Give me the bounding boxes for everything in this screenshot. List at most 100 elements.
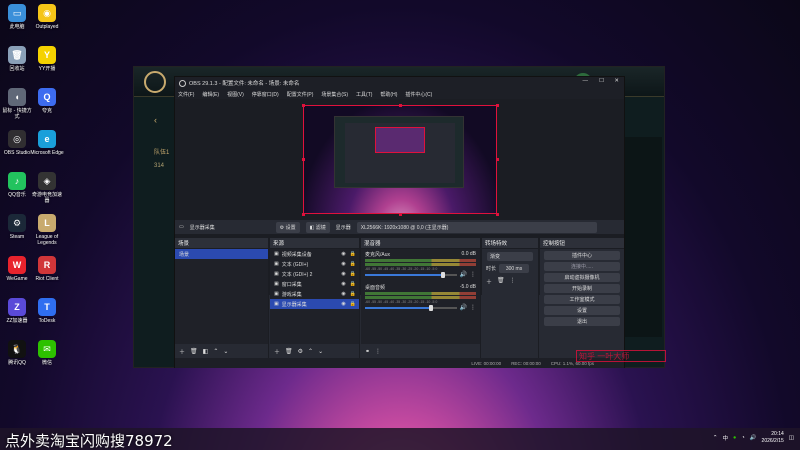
menu-item[interactable]: 帮助(H) — [380, 91, 397, 98]
visibility-eye-icon[interactable]: ◉ — [341, 301, 345, 307]
notification-icon[interactable]: ◫ — [789, 435, 794, 441]
move-up-icon[interactable]: ⌃ — [308, 348, 313, 355]
volume-icon[interactable]: 🔊 — [750, 435, 757, 441]
desktop-icon[interactable]: L League of Legends — [30, 214, 64, 246]
desktop-icon[interactable]: ⚙ Steam — [0, 214, 34, 240]
back-chevron-icon[interactable]: ‹ — [154, 115, 157, 125]
desktop-icon[interactable]: Y YY开播 — [30, 46, 64, 72]
resize-handle[interactable] — [302, 158, 305, 161]
source-filters-button[interactable]: ◧ 滤镜 — [305, 221, 330, 233]
more-icon[interactable]: ⋮ — [470, 271, 476, 278]
lock-icon[interactable]: 🔒 — [350, 251, 356, 257]
menu-item[interactable]: 插件中心(C) — [405, 91, 432, 98]
resize-handle[interactable] — [496, 158, 499, 161]
source-settings-button[interactable]: ⚙ 设置 — [275, 221, 300, 233]
desktop-icon[interactable]: ▭ 此电脑 — [0, 4, 34, 30]
desktop-icon[interactable]: ✉ 微信 — [30, 340, 64, 366]
desktop-icon[interactable]: Z ZZ加速器 — [0, 298, 34, 324]
chevron-up-icon[interactable]: ⌃ — [713, 435, 718, 441]
scene-item[interactable]: 场景 — [175, 249, 268, 259]
desktop-icon[interactable]: ♪ QQ音乐 — [0, 172, 34, 198]
resize-handle[interactable] — [399, 104, 402, 107]
desktop-icon[interactable]: 🗑 回收站 — [0, 46, 34, 72]
desktop-icon[interactable]: W WeGame — [0, 256, 34, 282]
desktop-icon[interactable]: ◖ 鼠标 - 快捷方式 — [0, 88, 34, 120]
add-source-button[interactable]: ＋ — [274, 347, 280, 356]
duration-input[interactable]: 300 ms — [499, 264, 530, 273]
source-item[interactable]: ▣ 显示器采集 ◉ 🔒 — [270, 299, 359, 309]
move-up-icon[interactable]: ⌃ — [213, 348, 218, 355]
speaker-icon[interactable]: 🔊 — [460, 304, 467, 311]
display-select[interactable]: XL2566K: 1920x1080 @ 0,0 (主显示器) — [356, 221, 597, 233]
move-down-icon[interactable]: ⌄ — [223, 348, 228, 355]
network-icon[interactable]: ◔ — [741, 435, 744, 441]
lock-icon[interactable]: 🔒 — [350, 271, 356, 277]
lock-icon[interactable]: 🔒 — [350, 301, 356, 307]
resize-handle[interactable] — [302, 104, 305, 107]
speaker-icon[interactable]: 🔊 — [460, 271, 467, 278]
desktop-icon[interactable]: e Microsoft Edge — [30, 130, 64, 156]
visibility-eye-icon[interactable]: ◉ — [341, 281, 345, 287]
control-button[interactable]: 启动虚拟摄像机 — [544, 273, 620, 282]
add-transition-button[interactable]: ＋ — [486, 277, 492, 286]
remove-transition-button[interactable]: 🗑 — [497, 277, 505, 286]
close-icon[interactable]: ✕ — [614, 78, 619, 84]
control-button[interactable]: 开始录制 — [544, 284, 620, 293]
control-button[interactable]: 工作室模式 — [544, 295, 620, 304]
clock[interactable]: 20:14 2026/2/15 — [762, 431, 784, 445]
desktop-icon[interactable]: ◈ 奇游电竞加速器 — [30, 172, 64, 204]
remove-scene-button[interactable]: 🗑 — [190, 348, 198, 355]
menu-item[interactable]: 场景集合(S) — [321, 91, 348, 98]
resize-handle[interactable] — [496, 104, 499, 107]
source-item[interactable]: ▣ 游戏采集 ◉ 🔒 — [270, 289, 359, 299]
menu-item[interactable]: 文件(F) — [178, 91, 194, 98]
remove-source-button[interactable]: 🗑 — [285, 348, 293, 355]
add-scene-button[interactable]: ＋ — [179, 347, 185, 356]
more-icon[interactable]: ⋮ — [510, 277, 516, 286]
resize-handle[interactable] — [302, 213, 305, 216]
source-item[interactable]: ▣ 文本 (GDI+) 2 ◉ 🔒 — [270, 269, 359, 279]
lock-icon[interactable]: 🔒 — [350, 281, 356, 287]
visibility-eye-icon[interactable]: ◉ — [341, 271, 345, 277]
control-button[interactable]: 插件中心 — [544, 251, 620, 260]
ime-indicator[interactable]: 中 — [723, 434, 729, 442]
scenes-list[interactable]: 场景 — [175, 249, 268, 344]
volume-slider[interactable] — [365, 304, 457, 311]
minimize-icon[interactable]: — — [583, 78, 589, 84]
more-icon[interactable]: ⋮ — [375, 348, 381, 355]
visibility-eye-icon[interactable]: ◉ — [341, 251, 345, 257]
menu-item[interactable]: 配置文件(P) — [287, 91, 314, 98]
control-button[interactable]: 设置 — [544, 306, 620, 315]
source-item[interactable]: ▣ 文本 (GDI+) ◉ 🔒 — [270, 259, 359, 269]
control-button[interactable]: 连接中..... — [544, 262, 620, 271]
menu-item[interactable]: 视图(V) — [227, 91, 244, 98]
visibility-eye-icon[interactable]: ◉ — [341, 261, 345, 267]
obs-window[interactable]: OBS 29.1.3 - 配置文件: 未命名 - 场景: 未命名 — ☐ ✕ 文… — [174, 76, 625, 368]
wechat-tray-icon[interactable]: ● — [733, 435, 736, 441]
volume-slider[interactable] — [365, 271, 457, 278]
desktop-icon[interactable]: Q 夸克 — [30, 88, 64, 114]
sources-list[interactable]: ▣ 视频采集设备 ◉ 🔒 ▣ 文本 (GDI+) ◉ 🔒 ▣ 文本 (GDI+) 2 ◉ 🔒 ▣ 窗口采集… — [270, 249, 359, 344]
desktop-icon[interactable]: ◎ OBS Studio — [0, 130, 34, 156]
desktop-icon[interactable]: 🐧 腾讯QQ — [0, 340, 34, 366]
desktop-icon[interactable]: T ToDesk — [30, 298, 64, 324]
link-icon[interactable]: ⚭ — [365, 348, 370, 355]
menu-item[interactable]: 停靠窗口(D) — [252, 91, 279, 98]
preview-canvas[interactable] — [303, 105, 497, 214]
resize-handle[interactable] — [399, 213, 402, 216]
lock-icon[interactable]: 🔒 — [350, 261, 356, 267]
source-item[interactable]: ▣ 窗口采集 ◉ 🔒 — [270, 279, 359, 289]
lock-icon[interactable]: 🔒 — [350, 291, 356, 297]
menu-item[interactable]: 工具(T) — [356, 91, 372, 98]
desktop-icon[interactable]: R Riot Client — [30, 256, 64, 282]
maximize-icon[interactable]: ☐ — [599, 78, 604, 84]
resize-handle[interactable] — [496, 213, 499, 216]
transition-select[interactable]: 渐变 — [487, 252, 533, 261]
visibility-eye-icon[interactable]: ◉ — [341, 291, 345, 297]
source-item[interactable]: ▣ 视频采集设备 ◉ 🔒 — [270, 249, 359, 259]
scene-filters-button[interactable]: ◧ — [203, 348, 209, 355]
menu-item[interactable]: 编辑(E) — [202, 91, 219, 98]
desktop-icon[interactable]: ◉ Outplayed — [30, 4, 64, 30]
more-icon[interactable]: ⋮ — [470, 304, 476, 311]
control-button[interactable]: 退出 — [544, 317, 620, 326]
